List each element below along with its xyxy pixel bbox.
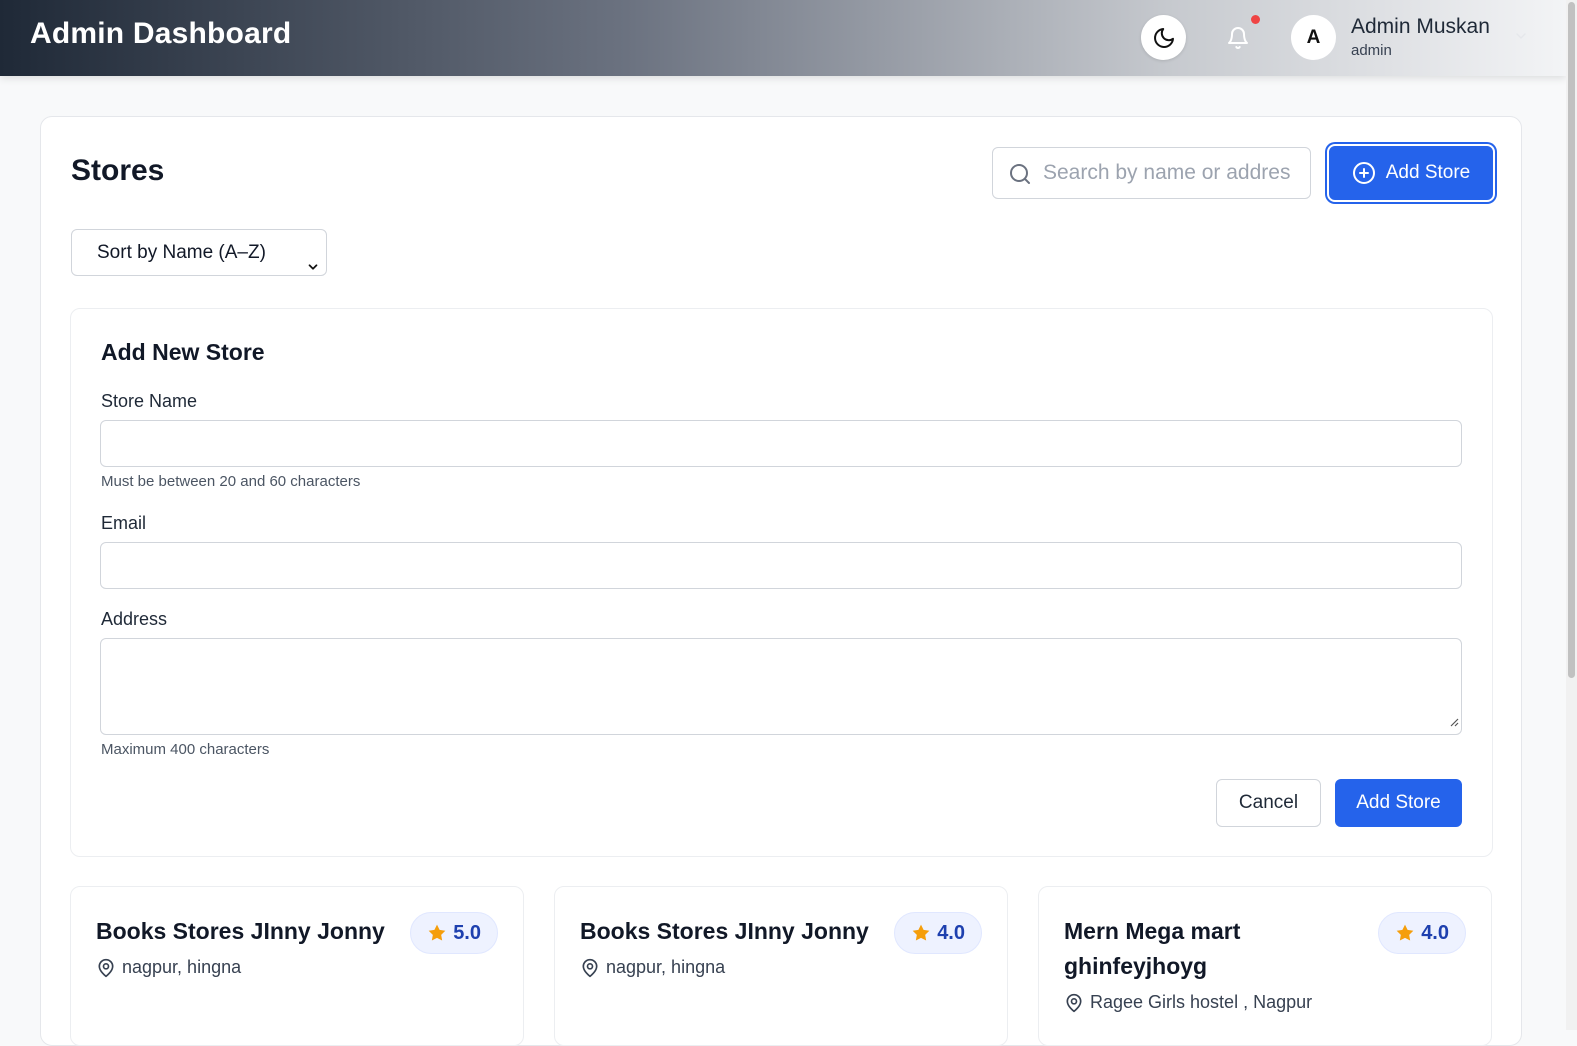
search-icon (1008, 162, 1032, 191)
store-address: nagpur, hingna (580, 957, 725, 978)
chevron-down-icon (1516, 33, 1526, 39)
store-address-text: nagpur, hingna (122, 957, 242, 977)
star-icon (912, 924, 930, 941)
notification-badge (1251, 15, 1260, 24)
sort-selected-value: Sort by Name (A–Z) (97, 242, 266, 263)
store-address-text: nagpur, hingna (606, 957, 726, 977)
form-title: Add New Store (101, 339, 265, 365)
scrollbar-thumb[interactable] (1568, 2, 1575, 678)
notifications-button[interactable] (1218, 18, 1258, 58)
theme-toggle-button[interactable] (1141, 15, 1186, 60)
rating-value: 4.0 (937, 921, 965, 944)
star-icon (428, 924, 446, 941)
rating-value: 4.0 (1421, 921, 1449, 944)
add-store-toggle-button[interactable]: Add Store (1327, 144, 1495, 202)
bell-icon (1228, 27, 1248, 49)
user-name[interactable]: Admin Muskan (1351, 15, 1490, 39)
star-icon (1396, 924, 1414, 941)
app-title: Admin Dashboard (30, 17, 292, 50)
page-scrollbar[interactable] (1566, 0, 1577, 1030)
address-hint: Maximum 400 characters (101, 741, 270, 758)
address-field[interactable] (100, 638, 1462, 735)
map-pin-icon (582, 958, 598, 977)
search-input[interactable] (1043, 158, 1291, 188)
map-pin-icon (1066, 993, 1082, 1012)
store-card[interactable]: Books Stores JInny Jonny 4.0 nagpur, hin… (554, 886, 1008, 1046)
cancel-button[interactable]: Cancel (1216, 779, 1321, 827)
sort-select[interactable]: Sort by Name (A–Z) (71, 229, 327, 276)
resize-handle-icon[interactable] (1449, 714, 1459, 732)
rating-badge: 4.0 (894, 912, 982, 954)
rating-badge: 4.0 (1378, 912, 1466, 954)
search-box[interactable] (992, 147, 1311, 199)
submit-add-store-button[interactable]: Add Store (1335, 779, 1462, 827)
store-name: Mern Mega mart ghinfeyjhoyg (1064, 918, 1241, 979)
map-pin-icon (98, 958, 114, 977)
store-name-field[interactable] (100, 420, 1462, 467)
user-role: admin (1351, 42, 1392, 59)
rating-badge: 5.0 (410, 912, 498, 954)
rating-value: 5.0 (453, 921, 481, 944)
store-address: Ragee Girls hostel , Nagpur (1064, 992, 1312, 1013)
store-card[interactable]: Mern Mega mart ghinfeyjhoyg 4.0 Ragee Gi… (1038, 886, 1492, 1046)
store-address: nagpur, hingna (96, 957, 241, 978)
store-address-text: Ragee Girls hostel , Nagpur (1090, 992, 1313, 1012)
store-name: Books Stores JInny Jonny (580, 918, 869, 944)
address-label: Address (101, 609, 168, 629)
email-field[interactable] (100, 542, 1462, 589)
chevron-down-icon (306, 246, 320, 291)
store-name-hint: Must be between 20 and 60 characters (101, 473, 361, 490)
email-label: Email (101, 513, 147, 533)
plus-circle-icon (1352, 162, 1375, 184)
store-card[interactable]: Books Stores JInny Jonny 5.0 nagpur, hin… (70, 886, 524, 1046)
store-name: Books Stores JInny Jonny (96, 918, 385, 944)
page-title: Stores (71, 154, 165, 187)
avatar[interactable]: A (1291, 15, 1336, 60)
store-name-label: Store Name (101, 391, 198, 411)
add-store-toggle-label: Add Store (1385, 162, 1471, 183)
moon-icon (1153, 27, 1174, 48)
user-menu-toggle[interactable] (1513, 28, 1529, 49)
